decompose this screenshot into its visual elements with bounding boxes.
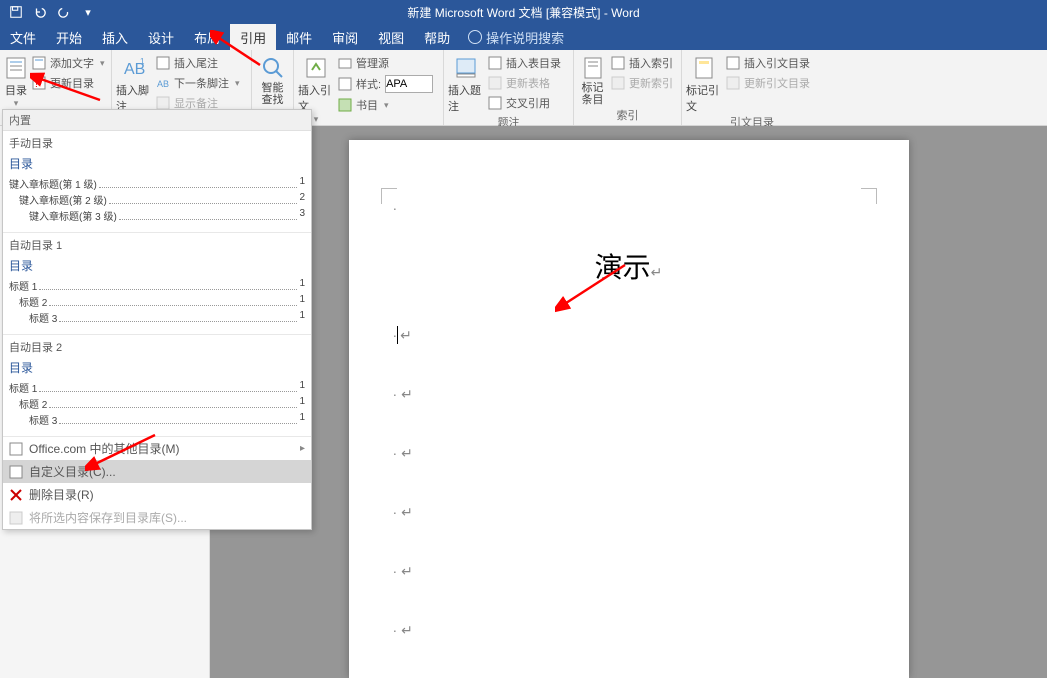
insert-caption-button[interactable]: 插入题注 (448, 52, 484, 114)
tab-design[interactable]: 设计 (138, 24, 184, 50)
paragraph[interactable]: · ↵ (389, 504, 869, 521)
bullet-mark: · (393, 622, 398, 638)
mark-entry-icon (581, 56, 605, 80)
svg-text:1: 1 (140, 57, 145, 66)
undo-icon[interactable] (32, 4, 48, 20)
chevron-right-icon: ▸ (300, 443, 305, 454)
next-footnote-button[interactable]: AB下一条脚注▾ (152, 74, 244, 92)
custom-toc-item[interactable]: 自定义目录(C)... (3, 460, 311, 483)
style-dropdown[interactable] (385, 75, 433, 93)
endnote-icon (156, 56, 170, 70)
citation-icon (304, 56, 328, 80)
tell-me-search[interactable]: 操作说明搜索 (468, 24, 564, 50)
save-selection-toc-item: 将所选内容保存到目录库(S)... (3, 506, 311, 529)
toc-gallery-auto2[interactable]: 自动目录 2 目录 标题 11 标题 21 标题 31 (3, 335, 311, 437)
tab-insert[interactable]: 插入 (92, 24, 138, 50)
insert-footnote-button[interactable]: AB1 插入脚注 (116, 52, 152, 114)
tab-help[interactable]: 帮助 (414, 24, 460, 50)
bulb-icon (468, 30, 482, 44)
toc-dropdown: 内置 手动目录 目录 键入章标题(第 1 级)1 键入章标题(第 2 级)2 键… (2, 109, 312, 530)
svg-text:AB: AB (157, 79, 169, 89)
dropdown-header: 内置 (3, 110, 311, 131)
tell-me-label: 操作说明搜索 (486, 28, 564, 47)
show-notes-icon (156, 96, 170, 110)
style-icon (338, 77, 352, 91)
redo-icon[interactable] (56, 4, 72, 20)
table-figures-icon (488, 56, 502, 70)
qat-more-icon[interactable]: ▾ (80, 4, 96, 20)
bullet-mark: · (393, 563, 398, 579)
update-toc-button[interactable]: !更新目录 (28, 74, 109, 92)
update-authorities-button: 更新引文目录 (722, 74, 814, 92)
tab-review[interactable]: 审阅 (322, 24, 368, 50)
margin-corner-tl (381, 188, 397, 204)
mark-citation-button[interactable]: 标记引文 (686, 52, 722, 114)
next-footnote-icon: AB (156, 76, 170, 90)
add-text-icon (32, 56, 46, 70)
paragraph[interactable]: ·↵ (389, 326, 869, 344)
insert-auth-icon (726, 56, 740, 70)
paragraph[interactable]: · ↵ (389, 622, 869, 639)
tab-view[interactable]: 视图 (368, 24, 414, 50)
update-auth-icon (726, 76, 740, 90)
cross-reference-button[interactable]: 交叉引用 (484, 94, 565, 112)
manage-sources-button[interactable]: 管理源 (334, 54, 437, 72)
update-index-button: 更新索引 (607, 74, 677, 92)
remove-icon (9, 488, 23, 502)
document-canvas[interactable]: · 演示↵ ·↵ · ↵ · ↵ · ↵ · ↵ · ↵ · ↵ (210, 126, 1047, 678)
bullet-mark: · (393, 386, 398, 402)
toc-gallery-auto1[interactable]: 自动目录 1 目录 标题 11 标题 21 标题 31 (3, 233, 311, 335)
toc-icon (4, 56, 28, 80)
remove-toc-item[interactable]: 删除目录(R) (3, 483, 311, 506)
tab-file[interactable]: 文件 (0, 24, 46, 50)
update-icon: ! (32, 76, 46, 90)
more-office-toc-item[interactable]: Office.com 中的其他目录(M) ▸ (3, 437, 311, 460)
toc-label: 目录 (5, 82, 27, 98)
tab-mailings[interactable]: 邮件 (276, 24, 322, 50)
insert-index-icon (611, 56, 625, 70)
document-title[interactable]: 演示↵ (389, 246, 869, 286)
manage-sources-icon (338, 56, 352, 70)
mark-citation-icon (692, 56, 716, 80)
tab-references[interactable]: 引用 (230, 24, 276, 50)
window-title: 新建 Microsoft Word 文档 [兼容模式] - Word (407, 4, 639, 21)
margin-corner-tr (861, 188, 877, 204)
cross-ref-icon (488, 96, 502, 110)
titlebar: ▾ 新建 Microsoft Word 文档 [兼容模式] - Word (0, 0, 1047, 24)
insert-authorities-button[interactable]: 插入引文目录 (722, 54, 814, 72)
toc-gallery-manual[interactable]: 手动目录 目录 键入章标题(第 1 级)1 键入章标题(第 2 级)2 键入章标… (3, 131, 311, 233)
mark-entry-button[interactable]: 标记 条目 (578, 52, 607, 106)
update-table-icon (488, 76, 502, 90)
tab-home[interactable]: 开始 (46, 24, 92, 50)
update-index-icon (611, 76, 625, 90)
insert-index-button[interactable]: 插入索引 (607, 54, 677, 72)
toc-button[interactable]: 目录 ▾ (4, 52, 28, 109)
custom-toc-icon (9, 465, 23, 479)
ribbon-tabs: 文件 开始 插入 设计 布局 引用 邮件 审阅 视图 帮助 操作说明搜索 (0, 24, 1047, 50)
add-text-button[interactable]: 添加文字▾ (28, 54, 109, 72)
save-selection-icon (9, 511, 23, 525)
page[interactable]: · 演示↵ ·↵ · ↵ · ↵ · ↵ · ↵ · ↵ · ↵ (349, 140, 909, 678)
save-icon[interactable] (8, 4, 24, 20)
tab-layout[interactable]: 布局 (184, 24, 230, 50)
svg-text:!: ! (35, 79, 38, 90)
biblio-icon (338, 98, 352, 112)
citation-style-select[interactable]: 样式: (334, 74, 437, 94)
insert-table-figures-button[interactable]: 插入表目录 (484, 54, 565, 72)
index-group-label: 索引 (578, 107, 677, 125)
office-icon (9, 442, 23, 456)
bullet-mark: · (393, 445, 398, 461)
paragraph[interactable]: · ↵ (389, 563, 869, 580)
paragraph[interactable]: · ↵ (389, 445, 869, 462)
footnote-icon: AB1 (122, 56, 146, 80)
smart-lookup-button[interactable]: 智能 查找 (256, 52, 289, 106)
update-table-button: 更新表格 (484, 74, 565, 92)
insert-endnote-button[interactable]: 插入尾注 (152, 54, 244, 72)
caption-icon (454, 56, 478, 80)
text-cursor (397, 326, 398, 344)
search-icon (261, 56, 285, 80)
bibliography-button[interactable]: 书目▾ (334, 96, 437, 114)
bullet-mark: · (393, 504, 398, 520)
paragraph[interactable]: · ↵ (389, 386, 869, 403)
